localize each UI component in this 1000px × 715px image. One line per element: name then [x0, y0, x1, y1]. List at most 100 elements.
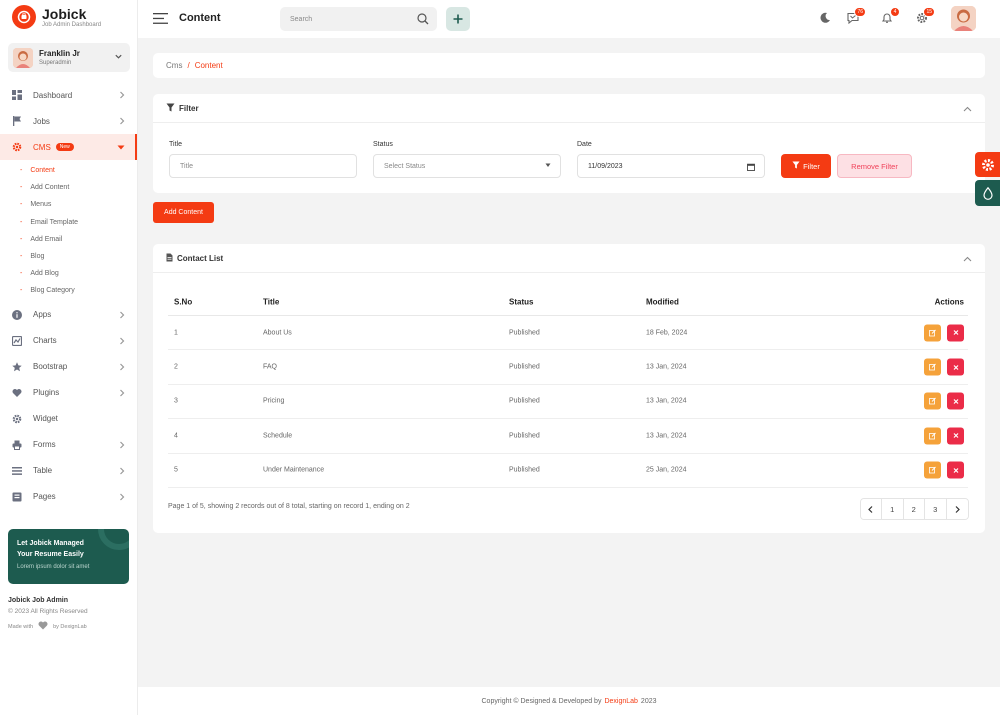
sidebar-item-forms[interactable]: Forms: [0, 432, 137, 458]
submenu-item-blog[interactable]: - Blog: [0, 248, 137, 265]
new-badge: New: [55, 143, 74, 151]
contact-list-header[interactable]: Contact List: [153, 244, 985, 273]
row-modified: 18 Feb, 2024: [646, 329, 688, 337]
moon-icon[interactable]: [819, 12, 832, 25]
footer-brand-link[interactable]: DexignLab: [604, 698, 637, 705]
edit-button[interactable]: [924, 392, 941, 410]
sidebar-item-label: Dashboard: [33, 90, 73, 100]
submenu-item-add-blog[interactable]: - Add Blog: [0, 265, 137, 282]
profile-avatar[interactable]: [951, 6, 976, 31]
filter-card-header[interactable]: Filter: [153, 94, 985, 123]
delete-button[interactable]: [947, 392, 964, 410]
filter-button[interactable]: Filter: [781, 154, 831, 178]
chevron-right-icon: [119, 337, 125, 347]
page-button-2[interactable]: 2: [903, 499, 925, 519]
sidebar-item-dashboard[interactable]: Dashboard: [0, 82, 137, 108]
pages-icon: [12, 492, 22, 502]
chevron-up-icon[interactable]: [963, 105, 972, 114]
bell-icon[interactable]: 4: [881, 7, 900, 25]
promo-card[interactable]: Let Jobick Managed Your Resume Easily Lo…: [8, 529, 129, 584]
sidebar-item-charts[interactable]: Charts: [0, 328, 137, 354]
page-footer: Copyright © Designed & Developed by Dexi…: [138, 687, 1000, 715]
calendar-icon[interactable]: [747, 163, 755, 173]
column-header-modified[interactable]: Modified: [646, 298, 679, 307]
brand[interactable]: Jobick Job Admin Dashboard: [12, 5, 101, 29]
chevron-right-icon: [119, 493, 125, 503]
settings-icon[interactable]: 15: [916, 7, 935, 25]
promo-text: Lorem ipsum dolor sit amet: [17, 564, 90, 570]
sidebar-item-widget[interactable]: Widget: [0, 406, 137, 432]
chevron-right-icon: [119, 311, 125, 321]
breadcrumb-parent[interactable]: Cms: [166, 61, 182, 70]
gear-icon: [12, 142, 22, 152]
submenu-label: Content: [30, 167, 55, 175]
chevron-down-icon[interactable]: [114, 52, 123, 63]
heart-icon: [38, 621, 48, 632]
remove-filter-button[interactable]: Remove Filter: [837, 154, 912, 178]
chevron-right-icon: [955, 505, 960, 513]
page-button-3[interactable]: 3: [925, 499, 947, 519]
footer-prefix: Copyright © Designed & Developed by: [481, 697, 602, 705]
document-icon: [166, 253, 173, 264]
table-row: 5 Under Maintenance Published 25 Jan, 20…: [168, 454, 968, 488]
filter-icon: [792, 161, 800, 171]
add-content-button[interactable]: Add Content: [153, 202, 214, 223]
table-row: 4 Schedule Published 13 Jan, 2024: [168, 419, 968, 454]
sidebar-item-plugins[interactable]: Plugins: [0, 380, 137, 406]
submenu-item-add-email[interactable]: - Add Email: [0, 231, 137, 248]
hamburger-menu-icon[interactable]: [153, 13, 168, 26]
edit-button[interactable]: [924, 324, 941, 342]
sidebar-item-bootstrap[interactable]: Bootstrap: [0, 354, 137, 380]
color-theme-button[interactable]: [975, 180, 1000, 206]
theme-settings-button[interactable]: [975, 152, 1000, 177]
search-input[interactable]: Search: [280, 7, 437, 31]
submenu-item-content[interactable]: - Content: [0, 162, 137, 179]
row-actions: [918, 358, 964, 376]
edit-button[interactable]: [924, 358, 941, 376]
title-input[interactable]: Title: [169, 154, 357, 178]
submenu-label: Add Email: [30, 235, 63, 243]
promo-title-line1: Let Jobick Managed: [17, 540, 84, 547]
chevron-right-icon: [119, 117, 125, 127]
page-button-1[interactable]: 1: [882, 499, 904, 519]
delete-button[interactable]: [947, 324, 964, 342]
submenu-item-add-content[interactable]: - Add Content: [0, 179, 137, 196]
chevron-up-icon[interactable]: [963, 255, 972, 264]
column-header-sno[interactable]: S.No: [174, 298, 192, 307]
submenu-item-email-template[interactable]: - Email Template: [0, 214, 137, 231]
row-status: Published: [509, 329, 540, 337]
content-table: S.No Title Status Modified Actions 1 Abo…: [168, 289, 968, 488]
sidebar-item-cms[interactable]: CMS New: [0, 134, 137, 160]
add-button[interactable]: [446, 7, 470, 31]
prev-page-button[interactable]: [860, 499, 882, 519]
row-modified: 25 Jan, 2024: [646, 466, 687, 474]
date-input[interactable]: 11/09/2023: [577, 154, 765, 178]
user-card[interactable]: Franklin Jr Superadmin: [8, 43, 130, 72]
sidebar-item-jobs[interactable]: Jobs: [0, 108, 137, 134]
close-icon: [953, 433, 958, 439]
chevron-left-icon: [868, 505, 873, 513]
gear-icon: [981, 158, 994, 171]
row-status: Published: [509, 466, 540, 474]
submenu-label: Blog: [30, 253, 45, 261]
search-placeholder: Search: [290, 15, 313, 23]
edit-icon: [929, 466, 936, 474]
column-header-title[interactable]: Title: [263, 298, 279, 307]
droplet-icon: [982, 186, 993, 200]
submenu-item-menus[interactable]: - Menus: [0, 196, 137, 213]
delete-button[interactable]: [947, 461, 964, 479]
submenu-item-blog-category[interactable]: - Blog Category: [0, 282, 137, 299]
delete-button[interactable]: [947, 427, 964, 445]
next-page-button[interactable]: [946, 499, 968, 519]
edit-button[interactable]: [924, 461, 941, 479]
sidebar-item-apps[interactable]: Apps: [0, 302, 137, 328]
table-row: 2 FAQ Published 13 Jan, 2024: [168, 350, 968, 385]
sidebar-item-pages[interactable]: Pages: [0, 484, 137, 510]
column-header-status[interactable]: Status: [509, 298, 533, 307]
sidebar-item-table[interactable]: Table: [0, 458, 137, 484]
status-select[interactable]: Select Status: [373, 154, 561, 178]
delete-button[interactable]: [947, 358, 964, 376]
message-icon[interactable]: 76: [847, 7, 866, 25]
search-icon[interactable]: [417, 13, 429, 27]
edit-button[interactable]: [924, 427, 941, 445]
